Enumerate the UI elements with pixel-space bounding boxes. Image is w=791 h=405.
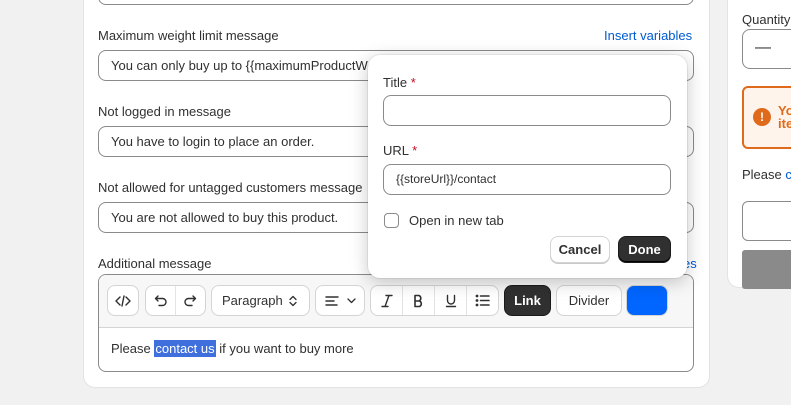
open-new-tab-label[interactable]: Open in new tab bbox=[409, 213, 504, 228]
not-logged-in-label: Not logged in message bbox=[98, 104, 231, 119]
divider-button[interactable]: Divider bbox=[556, 285, 622, 316]
italic-button[interactable] bbox=[371, 286, 402, 315]
preview-contact-link[interactable]: co bbox=[785, 167, 791, 182]
text-format-group bbox=[370, 285, 499, 316]
cancel-button[interactable]: Cancel bbox=[550, 236, 610, 263]
alert-icon: ! bbox=[753, 108, 771, 126]
link-title-input[interactable] bbox=[383, 95, 671, 126]
max-weight-label: Maximum weight limit message bbox=[98, 28, 279, 43]
rich-text-editor[interactable]: Paragraph Link Divider Please contact us… bbox=[98, 274, 694, 372]
alignment-select[interactable] bbox=[315, 285, 365, 316]
previous-field[interactable] bbox=[98, 0, 694, 5]
link-title-label: Title * bbox=[383, 75, 416, 90]
chevron-down-icon bbox=[346, 297, 356, 303]
preview-additional-message: Please co bbox=[742, 167, 791, 182]
link-button[interactable]: Link bbox=[504, 285, 551, 316]
align-left-icon bbox=[324, 295, 339, 306]
link-url-label: URL * bbox=[383, 143, 418, 158]
redo-button[interactable] bbox=[176, 286, 205, 315]
insert-variables-link[interactable]: Insert variables bbox=[604, 28, 692, 43]
editor-toolbar: Paragraph Link Divider bbox=[99, 275, 693, 328]
bold-icon bbox=[414, 294, 423, 307]
editor-text-after: if you want to buy more bbox=[215, 341, 354, 356]
code-icon bbox=[115, 294, 131, 307]
preview-input[interactable] bbox=[742, 201, 791, 241]
chevron-updown-icon bbox=[289, 295, 297, 306]
required-mark: * bbox=[410, 75, 416, 90]
undo-redo-group bbox=[145, 285, 206, 316]
editor-content[interactable]: Please contact us if you want to buy mor… bbox=[111, 340, 354, 357]
required-mark: * bbox=[412, 143, 418, 158]
bold-button[interactable] bbox=[403, 286, 434, 315]
undo-icon bbox=[154, 294, 167, 306]
code-view-button[interactable] bbox=[107, 285, 139, 316]
not-allowed-label: Not allowed for untagged customers messa… bbox=[98, 180, 363, 195]
underline-icon bbox=[445, 294, 456, 307]
paragraph-style-select[interactable]: Paragraph bbox=[211, 285, 310, 316]
quantity-decrement[interactable]: — bbox=[755, 39, 771, 57]
selected-link-text[interactable]: contact us bbox=[154, 340, 216, 357]
additional-message-label: Additional message bbox=[98, 256, 212, 271]
text-color-button[interactable] bbox=[626, 285, 668, 316]
warning-banner: ! Yo ite bbox=[742, 86, 791, 149]
warning-text: Yo ite bbox=[778, 103, 791, 131]
insert-link-popover: Title * URL * {{storeUrl}}/contact Open … bbox=[368, 55, 687, 278]
quantity-stepper[interactable]: — bbox=[742, 29, 791, 69]
preview-disabled-button bbox=[742, 250, 791, 289]
bullet-list-button[interactable] bbox=[467, 286, 498, 315]
paragraph-style-value: Paragraph bbox=[222, 293, 283, 308]
quantity-label: Quantity bbox=[742, 12, 791, 27]
redo-icon bbox=[184, 294, 197, 306]
link-url-input[interactable]: {{storeUrl}}/contact bbox=[383, 164, 671, 195]
undo-button[interactable] bbox=[146, 286, 175, 315]
italic-icon bbox=[380, 294, 393, 307]
open-new-tab-checkbox[interactable] bbox=[384, 213, 399, 228]
bullet-list-icon bbox=[475, 294, 490, 307]
underline-button[interactable] bbox=[435, 286, 466, 315]
editor-text-before: Please bbox=[111, 341, 155, 356]
done-button[interactable]: Done bbox=[618, 236, 671, 263]
